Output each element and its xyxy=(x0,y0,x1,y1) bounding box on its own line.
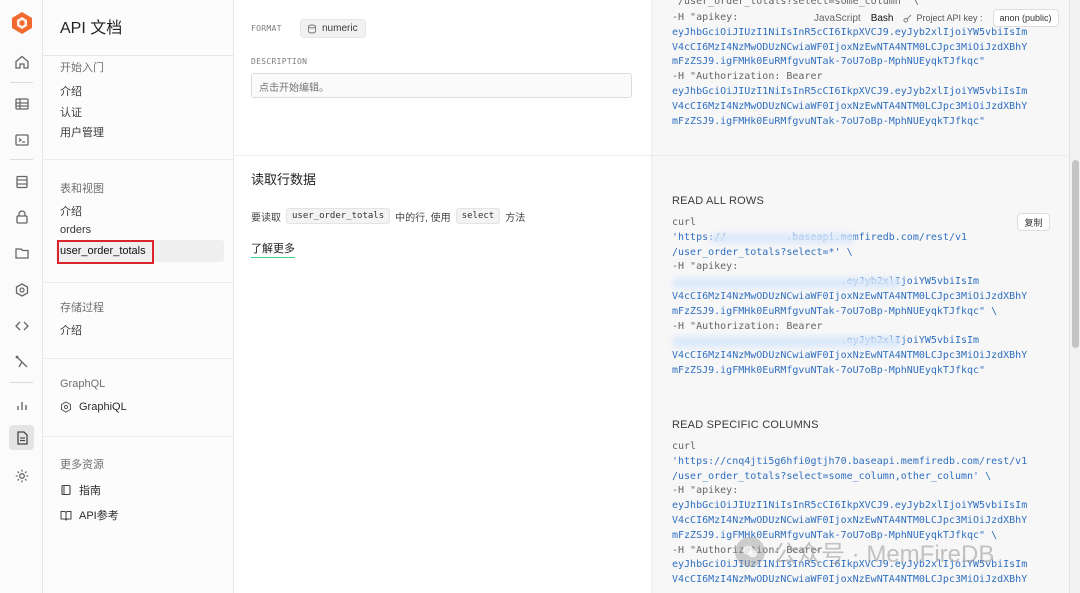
graphql-icon xyxy=(61,401,71,413)
database-icon xyxy=(308,24,316,33)
sidebar-item-label: GraphiQL xyxy=(79,401,127,413)
section-heading-getting-started: 开始入门 xyxy=(60,62,104,74)
settings-icon[interactable] xyxy=(12,466,31,485)
section-heading-more-resources: 更多资源 xyxy=(60,459,104,471)
open-book-icon xyxy=(60,511,72,521)
code-line: eyJhbGciOiJIUzI1NiIsInR5cCI6IkpXVCJ9.eyJ… xyxy=(672,500,1028,512)
section-heading-tables-views: 表和视图 xyxy=(60,183,104,195)
code-line: V4cCI6MzI4NzMwODUzNCwiaWF0IjoxNzEwNTA4NT… xyxy=(672,514,1028,526)
sidebar-item-tables-intro[interactable]: 介绍 xyxy=(60,203,82,219)
edge-functions-icon[interactable] xyxy=(12,280,31,299)
code-line: -H "Authorization: Bearer xyxy=(672,320,823,332)
format-value: numeric xyxy=(322,23,358,34)
sidebar-item-guides[interactable]: 指南 xyxy=(60,482,101,498)
code-line: mFzZSJ9.igFMHk0EuRMfgvuNTak-7oU7oBp-MphN… xyxy=(672,56,986,68)
sidebar-header-divider xyxy=(43,40,234,56)
code-line: eyJhbGciOiJIUzI1NiIsInR5cCI6IkpXVCJ9.eyJ… xyxy=(672,85,1028,97)
sidebar-title: API 文档 xyxy=(60,20,123,37)
code-line: V4cCI6MzI4NzMwODUzNCwiaWF0IjoxNzEwNTA4NT… xyxy=(672,41,1028,53)
code-line: curl xyxy=(672,441,697,452)
code-line: mFzZSJ9.igFMHk0EuRMfgvuNTak-7oU7oBp-MphN… xyxy=(672,115,986,127)
code-samples-panel: '/user_order_totals?select=some_column' … xyxy=(651,0,1070,593)
format-label: FORMAT xyxy=(251,24,282,33)
read-rows-description: 要读取 user_order_totals 中的行, 使用 select 方法 xyxy=(251,208,525,224)
code-line: curl xyxy=(672,217,697,228)
wechat-logo-icon xyxy=(735,536,765,567)
redacted-region xyxy=(710,233,855,244)
sidebar-item-api-reference[interactable]: API参考 xyxy=(60,507,119,523)
read-specific-columns-title: READ SPECIFIC COLUMNS xyxy=(672,419,819,431)
section-heading-procedures: 存储过程 xyxy=(60,302,104,314)
table-editor-icon[interactable] xyxy=(12,94,31,113)
section-divider xyxy=(43,436,233,437)
read-all-rows-title: READ ALL ROWS xyxy=(672,195,765,207)
code-line: -H "apikey: xyxy=(672,485,739,497)
description-input[interactable] xyxy=(251,73,632,98)
redacted-region xyxy=(672,336,902,348)
code-line: /user_order_totals?select=*' \ xyxy=(672,246,853,258)
page-scrollbar[interactable] xyxy=(1069,0,1080,593)
section-divider xyxy=(43,358,233,359)
sidebar-item-intro[interactable]: 介绍 xyxy=(60,83,82,99)
logo-icon[interactable] xyxy=(11,11,33,35)
code-line: V4cCI6MzI4NzMwODUzNCwiaWF0IjoxNzEwNTA4NT… xyxy=(672,290,1028,302)
icon-rail xyxy=(0,0,43,593)
integrations-icon[interactable] xyxy=(12,352,31,371)
sentence-prefix: 要读取 xyxy=(251,212,281,224)
watermark: 公众号 · MemFireDB xyxy=(735,534,994,569)
learn-more-link[interactable]: 了解更多 xyxy=(251,240,295,258)
rail-divider xyxy=(10,382,33,383)
section-divider xyxy=(43,282,233,283)
table-name-code: user_order_totals xyxy=(286,208,391,224)
top-code-block: -H "apikey: eyJhbGciOiJIUzI1NiIsInR5cCI6I… xyxy=(672,11,1027,129)
section-divider xyxy=(234,155,651,156)
section-divider xyxy=(652,155,1070,156)
redacted-region xyxy=(672,277,902,289)
section-divider xyxy=(43,159,233,160)
sidebar-item-procedures-intro[interactable]: 介绍 xyxy=(60,322,82,338)
book-icon xyxy=(61,484,71,496)
database-icon[interactable] xyxy=(12,172,31,191)
sidebar-item-user-management[interactable]: 用户管理 xyxy=(60,124,104,140)
code-line: V4cCI6MzI4NzMwODUzNCwiaWF0IjoxNzEwNTA4NT… xyxy=(672,100,1028,112)
code-line: V4cCI6MzI4NzMwODUzNCwiaWF0IjoxNzEwNTA4NT… xyxy=(672,574,1028,586)
sidebar-item-label: 指南 xyxy=(79,485,101,497)
section-heading-graphql: GraphQL xyxy=(60,378,106,390)
description-label: DESCRIPTION xyxy=(251,57,308,66)
highlight-annotation-box xyxy=(57,240,154,264)
rail-divider xyxy=(10,82,33,83)
api-icon[interactable] xyxy=(12,316,31,335)
sidebar-item-auth[interactable]: 认证 xyxy=(60,104,82,120)
code-line: mFzZSJ9.igFMHk0EuRMfgvuNTak-7oU7oBp-MphN… xyxy=(672,305,998,317)
watermark-text: 公众号 · MemFireDB xyxy=(773,541,995,568)
sentence-middle: 中的行, 使用 xyxy=(395,212,451,224)
storage-icon[interactable] xyxy=(12,243,31,262)
code-line: /user_order_totals?select=some_column,ot… xyxy=(672,470,992,482)
code-line: mFzZSJ9.igFMHk0EuRMfgvuNTak-7oU7oBp-MphN… xyxy=(672,364,986,376)
sentence-suffix: 方法 xyxy=(505,212,526,224)
reports-icon[interactable] xyxy=(12,395,31,414)
code-line: -H "Authorization: Bearer xyxy=(672,71,823,83)
auth-icon[interactable] xyxy=(12,207,31,226)
read-rows-heading: 读取行数据 xyxy=(251,172,317,187)
code-line: eyJhbGciOiJIUzI1NiIsInR5cCI6IkpXVCJ9.eyJ… xyxy=(672,26,1028,38)
rail-divider xyxy=(10,159,33,160)
code-line: -H "apikey: xyxy=(672,261,739,273)
code-line: V4cCI6MzI4NzMwODUzNCwiaWF0IjoxNzEwNTA4NT… xyxy=(672,350,1028,362)
code-line: -H "apikey: xyxy=(672,12,739,23)
scrollbar-thumb[interactable] xyxy=(1072,160,1079,348)
docs-sidebar: API 文档 开始入门 介绍 认证 用户管理 表和视图 介绍 orders us… xyxy=(43,0,234,593)
app-window: API 文档 开始入门 介绍 认证 用户管理 表和视图 介绍 orders us… xyxy=(0,0,1080,593)
code-line: 'https://cnq4jti5g6hfi0gtjh70.baseapi.me… xyxy=(672,455,1028,467)
sidebar-item-graphiql[interactable]: GraphiQL xyxy=(60,401,127,413)
api-docs-icon[interactable] xyxy=(9,425,34,450)
format-badge: numeric xyxy=(300,19,366,38)
sql-editor-icon[interactable] xyxy=(12,130,31,149)
home-icon[interactable] xyxy=(12,52,31,71)
docs-main-content: FORMAT numeric DESCRIPTION 读取行数据 要读取 use… xyxy=(234,0,651,593)
sidebar-item-label: API参考 xyxy=(79,510,119,522)
method-code: select xyxy=(455,208,501,224)
sidebar-item-orders[interactable]: orders xyxy=(60,224,91,236)
